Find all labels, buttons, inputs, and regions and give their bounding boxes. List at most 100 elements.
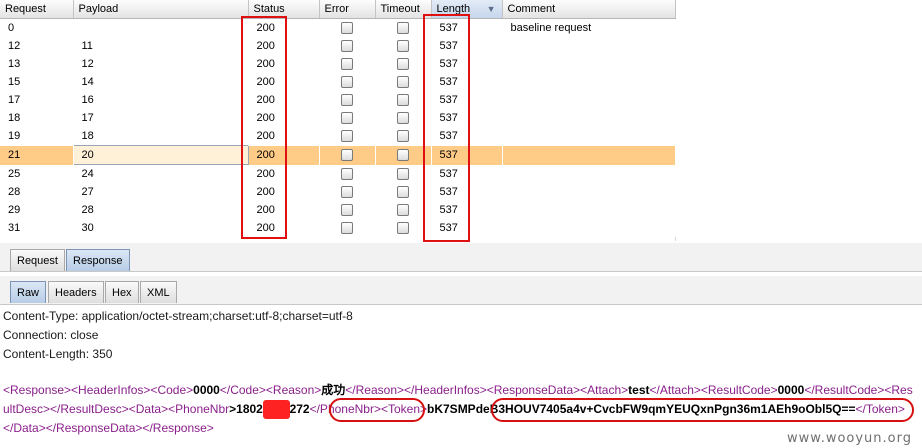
error-cell <box>319 183 376 201</box>
watermark: www.wooyun.org <box>786 431 912 446</box>
status-cell: 200 <box>248 73 320 91</box>
request-cell: 21 <box>0 145 74 165</box>
timeout-cell <box>375 109 432 127</box>
tab-request[interactable]: Request <box>10 249 65 271</box>
phone-redaction-mark: 0000 <box>262 400 290 419</box>
tab-headers[interactable]: Headers <box>48 281 104 303</box>
timeout-cell <box>375 37 432 55</box>
timeout-cell <box>375 55 432 73</box>
request-cell: 25 <box>0 164 74 183</box>
table-row[interactable]: 19 18 200 537 <box>0 127 676 146</box>
timeout-checkbox[interactable] <box>397 204 409 217</box>
timeout-checkbox[interactable] <box>397 222 409 235</box>
comment-cell <box>502 127 676 146</box>
timeout-cell <box>375 164 432 183</box>
timeout-checkbox[interactable] <box>397 40 409 53</box>
column-header-length[interactable]: Length ▼ <box>431 0 503 19</box>
table-row[interactable]: 25 24 200 537 <box>0 164 676 183</box>
error-checkbox[interactable] <box>341 186 353 199</box>
tab-raw[interactable]: Raw <box>10 281 47 303</box>
tab-xml[interactable]: XML <box>140 281 177 303</box>
tab-response[interactable]: Response <box>66 249 130 271</box>
timeout-cell <box>375 91 432 109</box>
comment-cell <box>502 219 676 237</box>
timeout-checkbox[interactable] <box>397 130 409 143</box>
table-row[interactable]: 18 17 200 537 <box>0 109 676 127</box>
table-row[interactable]: 29 28 200 537 <box>0 201 676 219</box>
table-row[interactable]: 21 20 200 537 <box>0 145 676 165</box>
tab-hex[interactable]: Hex <box>105 281 139 303</box>
error-cell <box>319 145 376 165</box>
timeout-cell <box>375 18 432 37</box>
error-cell <box>319 73 376 91</box>
length-cell: 537 <box>431 37 503 55</box>
length-cell: 537 <box>431 55 503 73</box>
xml-phone-prefix: 1802 <box>236 402 263 416</box>
table-row[interactable]: 15 14 200 537 <box>0 73 676 91</box>
xml-token-value: bK7SMPdeB3HOUV7405a4v+CvcbFW9qmYEUQxnPgn… <box>427 402 856 416</box>
sort-descending-icon: ▼ <box>486 4 496 14</box>
table-row[interactable]: 28 27 200 537 <box>0 183 676 201</box>
xml-result-code-value: 0000 <box>777 383 805 397</box>
error-checkbox[interactable] <box>341 94 353 107</box>
status-cell: 200 <box>248 109 320 127</box>
timeout-cell <box>375 219 432 237</box>
payload-cell: 24 <box>73 164 249 183</box>
error-checkbox[interactable] <box>341 40 353 53</box>
timeout-checkbox[interactable] <box>397 76 409 89</box>
timeout-checkbox[interactable] <box>397 149 409 162</box>
column-header-request[interactable]: Request <box>0 0 74 19</box>
timeout-checkbox[interactable] <box>397 22 409 35</box>
timeout-checkbox[interactable] <box>397 167 409 180</box>
status-cell: 200 <box>248 164 320 183</box>
table-row[interactable]: 13 12 200 537 <box>0 55 676 73</box>
table-row[interactable]: 12 11 200 537 <box>0 37 676 55</box>
timeout-checkbox[interactable] <box>397 112 409 125</box>
payload-cell: 17 <box>73 109 249 127</box>
response-xml-body: <Response><HeaderInfos><Code>0000</Code>… <box>3 383 913 435</box>
length-cell: 537 <box>431 183 503 201</box>
length-cell: 537 <box>431 164 503 183</box>
empty-panel-area <box>676 0 922 241</box>
xml-code-value: 0000 <box>193 383 220 397</box>
table-row[interactable]: 17 16 200 537 <box>0 91 676 109</box>
comment-cell <box>502 91 676 109</box>
error-checkbox[interactable] <box>341 149 353 162</box>
payload-cell: 30 <box>73 219 249 237</box>
request-cell: 18 <box>0 109 74 127</box>
comment-cell <box>502 164 676 183</box>
error-checkbox[interactable] <box>341 130 353 143</box>
error-cell <box>319 219 376 237</box>
length-cell: 537 <box>431 127 503 146</box>
timeout-cell <box>375 73 432 91</box>
error-checkbox[interactable] <box>341 204 353 217</box>
error-checkbox[interactable] <box>341 222 353 235</box>
response-raw-view[interactable]: Content-Type: application/octet-stream;c… <box>0 306 922 448</box>
column-header-timeout[interactable]: Timeout <box>375 0 432 19</box>
length-cell: 537 <box>431 219 503 237</box>
error-checkbox[interactable] <box>341 167 353 180</box>
error-checkbox[interactable] <box>341 76 353 89</box>
error-checkbox[interactable] <box>341 22 353 35</box>
error-cell <box>319 37 376 55</box>
error-cell <box>319 164 376 183</box>
column-header-error[interactable]: Error <box>319 0 376 19</box>
error-cell <box>319 91 376 109</box>
request-cell: 0 <box>0 18 74 37</box>
table-row[interactable]: 31 30 200 537 <box>0 219 676 237</box>
request-cell: 17 <box>0 91 74 109</box>
column-header-comment[interactable]: Comment <box>502 0 676 19</box>
error-checkbox[interactable] <box>341 112 353 125</box>
header-connection: Connection: close <box>3 328 99 342</box>
length-cell: 537 <box>431 201 503 219</box>
column-header-status[interactable]: Status <box>248 0 320 19</box>
timeout-checkbox[interactable] <box>397 186 409 199</box>
column-header-payload[interactable]: Payload <box>73 0 249 19</box>
error-checkbox[interactable] <box>341 58 353 71</box>
payload-cell: 20 <box>72 145 249 165</box>
timeout-cell <box>375 145 432 165</box>
timeout-checkbox[interactable] <box>397 58 409 71</box>
comment-cell <box>502 55 676 73</box>
timeout-checkbox[interactable] <box>397 94 409 107</box>
table-row[interactable]: 0 200 537 baseline request <box>0 18 676 37</box>
